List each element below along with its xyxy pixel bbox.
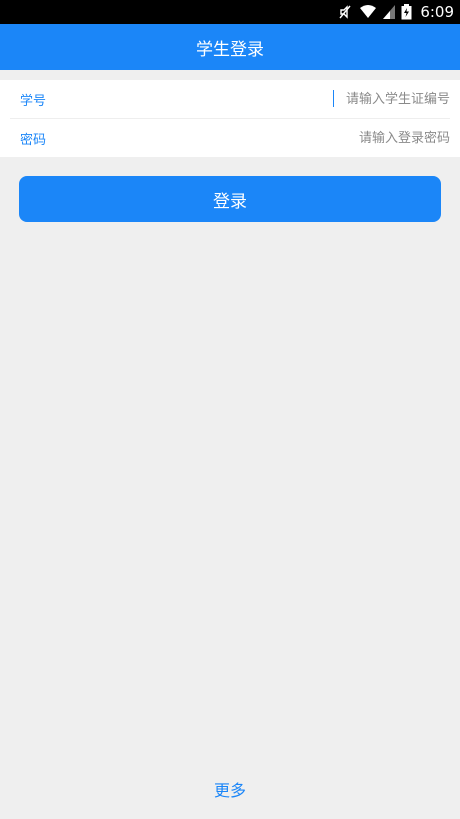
status-time: 6:09 — [420, 3, 454, 21]
password-input[interactable] — [190, 124, 450, 152]
login-screen: 6:09 学生登录 学号 密码 登录 更多 — [0, 0, 460, 819]
student-id-label: 学号 — [20, 93, 47, 109]
text-caret — [333, 90, 334, 107]
status-bar: 6:09 — [0, 0, 460, 24]
battery-icon — [401, 4, 412, 20]
student-id-row: 学号 — [10, 80, 450, 119]
password-label: 密码 — [20, 132, 47, 148]
student-id-input[interactable] — [190, 85, 450, 113]
login-button[interactable]: 登录 — [19, 176, 441, 222]
password-row: 密码 — [10, 119, 450, 157]
wifi-icon — [359, 4, 377, 20]
more-link[interactable]: 更多 — [0, 776, 460, 802]
mute-icon — [337, 4, 353, 20]
login-form: 学号 密码 — [0, 80, 460, 157]
page-title: 学生登录 — [196, 39, 264, 60]
app-bar: 学生登录 — [0, 24, 460, 70]
signal-icon — [383, 5, 396, 19]
